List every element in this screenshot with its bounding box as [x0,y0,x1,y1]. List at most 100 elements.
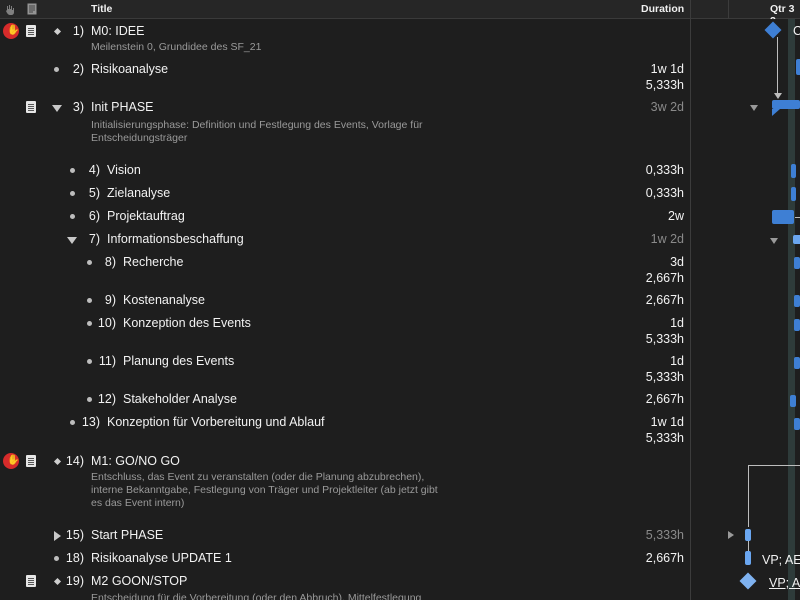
task-title[interactable]: Informationsbeschaffung [107,232,244,246]
task-row-14[interactable]: ✋ 14) M1: GO/NO GO Entschluss, das Event… [0,453,691,524]
notes-column-icon[interactable] [26,3,38,15]
group-collapse-icon[interactable] [770,238,778,244]
task-duration[interactable]: 2,667h [646,392,684,406]
task-duration[interactable]: 1d [670,354,684,368]
task-title[interactable]: Recherche [123,255,183,269]
milestone-m0-label: C [793,24,800,38]
task-row-9[interactable]: 9) Kostenanalyse 2,667h [0,293,691,313]
task-duration[interactable]: 2w [668,209,684,223]
task-row-18[interactable]: 18) Risikoanalyse UPDATE 1 2,667h [0,551,691,571]
bullet-icon [70,168,75,173]
note-icon[interactable] [26,575,36,587]
bar-risikoanalyse-update[interactable] [745,551,751,565]
task-row-6[interactable]: 6) Projektauftrag 2w [0,209,691,229]
task-title[interactable]: Risikoanalyse [91,62,168,76]
task-duration[interactable]: 5,333h [646,528,684,542]
bar-kostenanalyse[interactable] [794,295,800,307]
bar-init-phase[interactable] [772,100,800,109]
group-collapse-icon[interactable] [750,105,758,111]
task-number: 3) [72,100,84,114]
group-expand-icon[interactable] [728,531,734,539]
task-title[interactable]: Vision [107,163,141,177]
title-column-header[interactable]: Title [91,3,112,15]
task-title[interactable]: Konzeption des Events [123,316,251,330]
task-title[interactable]: Planung des Events [123,354,234,368]
task-title[interactable]: Projektauftrag [107,209,185,223]
task-duration[interactable]: 2,667h [646,551,684,565]
bar-konzeption-vorbereitung[interactable] [794,418,800,430]
note-icon[interactable] [26,101,36,113]
task-title[interactable]: Konzeption für Vorbereitung und Ablauf [107,415,325,429]
task-duration[interactable]: 3d [670,255,684,269]
task-number: 4) [88,163,100,177]
task-row-15[interactable]: 15) Start PHASE 5,333h [0,528,691,548]
task-duration[interactable]: 1w 1d [651,415,684,429]
stop-flag-icon[interactable]: ✋ [3,453,19,469]
task-duration[interactable]: 1d [670,316,684,330]
task-number: 2) [72,62,84,76]
task-duration[interactable]: 3w 2d [651,100,684,114]
task-number: 13) [81,415,100,429]
task-title[interactable]: Zielanalyse [107,186,170,200]
task-duration-effort: 5,333h [645,332,684,346]
bar-zielanalyse[interactable] [791,187,796,201]
task-duration[interactable]: 1w 2d [651,232,684,246]
gantt-chart[interactable]: C VP; AE VP; A [691,19,800,600]
bar-risikoanalyse[interactable] [796,59,800,75]
milestone-m0[interactable] [764,21,782,39]
dependency-line [748,465,800,466]
bullet-icon [70,191,75,196]
task-row-19[interactable]: 19) M2 GOON/STOP Entscheidung für die Vo… [0,574,691,600]
dependency-arrow-icon [774,93,782,99]
task-duration[interactable]: 0,333h [646,186,684,200]
task-title[interactable]: Init PHASE [91,100,154,114]
task-number: 11) [98,354,116,368]
milestone-m2[interactable] [739,572,757,590]
task-row-5[interactable]: 5) Zielanalyse 0,333h [0,186,691,206]
resource-label: VP; AE [762,553,800,567]
task-row-10[interactable]: 10) Konzeption des Events 1d 5,333h [0,316,691,350]
task-duration[interactable]: 1w 1d [651,62,684,76]
task-title[interactable]: M2 GOON/STOP [91,574,187,588]
resource-label: VP; A [769,576,800,590]
task-row-8[interactable]: 8) Recherche 3d 2,667h [0,255,691,289]
bar-projektauftrag[interactable] [772,210,794,224]
note-icon[interactable] [26,455,36,467]
task-row-12[interactable]: 12) Stakeholder Analyse 2,667h [0,392,691,412]
task-number: 12) [97,392,116,406]
task-duration[interactable]: 0,333h [646,163,684,177]
task-title[interactable]: Stakeholder Analyse [123,392,237,406]
task-title[interactable]: M0: IDEE [91,24,145,38]
note-icon[interactable] [26,25,36,37]
task-note: Meilenstein 0, Grundidee des SF_21 [91,41,262,53]
duration-column-header[interactable]: Duration [641,3,684,15]
bar-stakeholder[interactable] [790,395,796,407]
bar-recherche[interactable] [794,257,800,269]
task-number: 19) [65,574,84,588]
task-title[interactable]: Kostenanalyse [123,293,205,307]
task-row-2[interactable]: 2) Risikoanalyse 1w 1d 5,333h [0,62,691,96]
stop-flag-icon[interactable]: ✋ [3,23,19,39]
bar-planung-events[interactable] [794,357,800,369]
bar-start-phase[interactable] [745,529,751,541]
group-bar-cap-icon [772,109,780,116]
timeline-divider [728,0,729,19]
bar-informationsbeschaffung[interactable] [793,235,800,244]
outline-header: Title Duration Qtr 3 2 [0,0,800,27]
bar-vision[interactable] [791,164,796,178]
task-duration[interactable]: 2,667h [646,293,684,307]
dependency-line [748,541,749,551]
task-row-3[interactable]: 3) Init PHASE Initialisierungsphase: Def… [0,100,691,156]
task-title[interactable]: Start PHASE [91,528,163,542]
task-row-4[interactable]: 4) Vision 0,333h [0,163,691,183]
task-row-11[interactable]: 11) Planung des Events 1d 5,333h [0,354,691,388]
task-row-1[interactable]: ✋ 1) M0: IDEE Meilenstein 0, Grundidee d… [0,23,691,64]
bar-konzeption-events[interactable] [794,319,800,331]
task-title[interactable]: M1: GO/NO GO [91,454,180,468]
task-row-13[interactable]: 13) Konzeption für Vorbereitung und Abla… [0,415,691,449]
task-row-7[interactable]: 7) Informationsbeschaffung 1w 2d [0,232,691,252]
task-title[interactable]: Risikoanalyse UPDATE 1 [91,551,232,565]
task-number: 14) [65,454,84,468]
task-note: Entschluss, das Event zu veranstalten (o… [91,471,438,509]
hand-icon[interactable] [4,3,16,15]
